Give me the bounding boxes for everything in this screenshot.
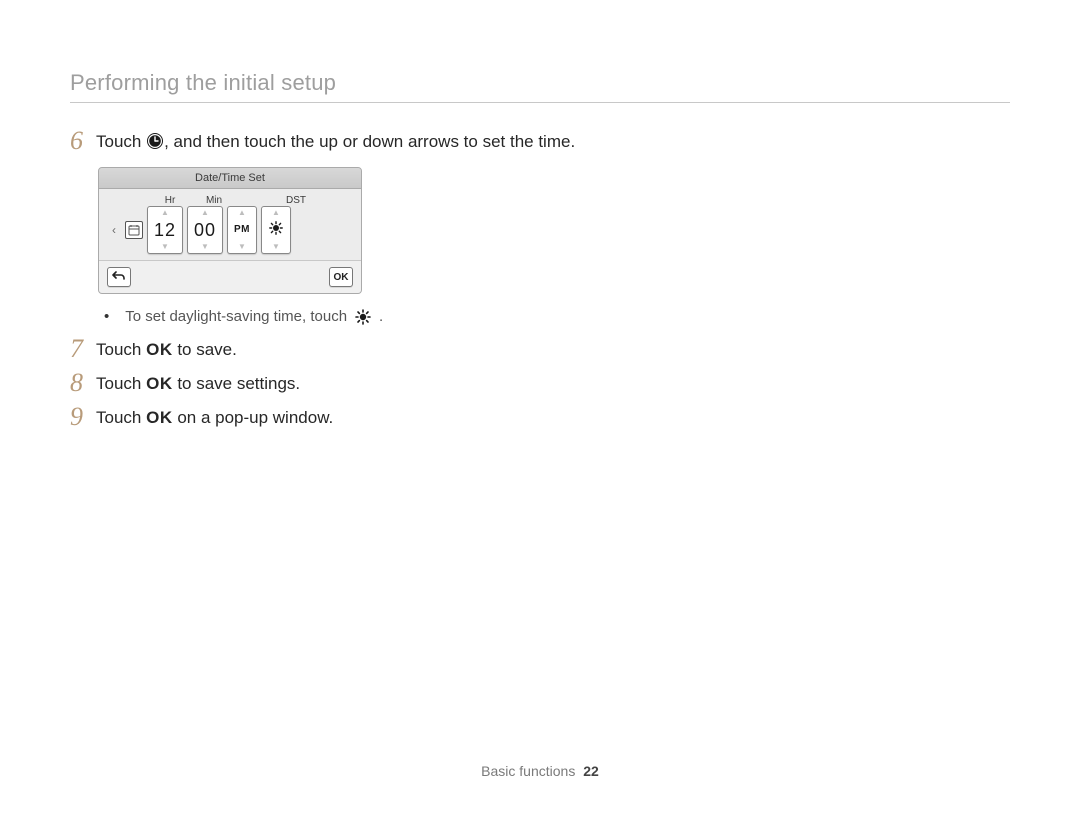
screenshot-footer: OK [99, 260, 361, 293]
dst-value [269, 219, 283, 241]
ampm-spinner[interactable]: ▲ PM ▼ [227, 206, 257, 254]
spinner-row: ‹ ▲ 12 ▼ ▲ 00 ▼ ▲ PM ▼ [107, 206, 353, 254]
step-text: Touch OK on a pop-up window. [96, 403, 333, 431]
text-segment: to save. [173, 340, 237, 359]
page-footer: Basic functions 22 [0, 763, 1080, 779]
manual-page: Performing the initial setup 6 Touch , a… [0, 0, 1080, 815]
page-title: Performing the initial setup [70, 70, 1010, 96]
text-segment: Touch [96, 132, 146, 151]
chevron-up-icon[interactable]: ▲ [201, 207, 209, 219]
text-segment: Touch [96, 408, 146, 427]
step-8: 8 Touch OK to save settings. [70, 369, 1010, 397]
step-9: 9 Touch OK on a pop-up window. [70, 403, 1010, 431]
chevron-down-icon[interactable]: ▼ [238, 241, 246, 253]
hour-value: 12 [154, 219, 176, 241]
text-segment: Touch [96, 374, 146, 393]
ok-button[interactable]: OK [329, 267, 353, 287]
footer-section: Basic functions [481, 763, 575, 779]
step-text: Touch OK to save settings. [96, 369, 300, 397]
ok-label: OK [146, 374, 173, 393]
label-min: Min [195, 195, 233, 206]
screenshot-title: Date/Time Set [99, 168, 361, 189]
text-segment: to save settings. [173, 374, 301, 393]
step-text: Touch , and then touch the up or down ar… [96, 127, 575, 155]
sun-dst-icon [355, 309, 371, 325]
screenshot-body: Hr Min DST ‹ ▲ 12 ▼ ▲ 00 ▼ [99, 189, 361, 260]
step-number: 6 [70, 127, 96, 155]
ampm-value: PM [234, 219, 250, 241]
header-rule [70, 102, 1010, 103]
chevron-up-icon[interactable]: ▲ [238, 207, 246, 219]
column-labels: Hr Min DST [151, 195, 353, 206]
ok-label: OK [146, 340, 173, 359]
ok-label: OK [146, 408, 173, 427]
chevron-down-icon[interactable]: ▼ [161, 241, 169, 253]
text-segment: Touch [96, 340, 146, 359]
step-number: 8 [70, 369, 96, 397]
device-screenshot: Date/Time Set Hr Min DST ‹ ▲ 12 ▼ ▲ [98, 167, 362, 294]
chevron-left-icon[interactable]: ‹ [107, 210, 121, 250]
step-number: 7 [70, 335, 96, 363]
bullet-icon [104, 308, 117, 325]
text-segment: . [379, 308, 383, 325]
chevron-down-icon[interactable]: ▼ [201, 241, 209, 253]
text-segment: on a pop-up window. [173, 408, 334, 427]
label-dst: DST [277, 195, 315, 206]
back-button[interactable] [107, 267, 131, 287]
chevron-up-icon[interactable]: ▲ [161, 207, 169, 219]
step-6: 6 Touch , and then touch the up or down … [70, 127, 1010, 155]
chevron-down-icon[interactable]: ▼ [272, 241, 280, 253]
label-hr: Hr [151, 195, 189, 206]
calendar-icon [125, 221, 143, 239]
bullet-note: To set daylight-saving time, touch . [104, 308, 1010, 325]
text-segment: , and then touch the up or down arrows t… [164, 132, 575, 151]
clock-icon [146, 132, 164, 150]
step-7: 7 Touch OK to save. [70, 335, 1010, 363]
back-icon [112, 270, 126, 285]
footer-page-number: 22 [583, 763, 599, 779]
hour-spinner[interactable]: ▲ 12 ▼ [147, 206, 183, 254]
step-number: 9 [70, 403, 96, 431]
minute-value: 00 [194, 219, 216, 241]
chevron-up-icon[interactable]: ▲ [272, 207, 280, 219]
calendar-button[interactable] [125, 209, 143, 251]
step-text: Touch OK to save. [96, 335, 237, 363]
dst-spinner[interactable]: ▲ ▼ [261, 206, 291, 254]
minute-spinner[interactable]: ▲ 00 ▼ [187, 206, 223, 254]
text-segment: To set daylight-saving time, touch [125, 308, 347, 325]
